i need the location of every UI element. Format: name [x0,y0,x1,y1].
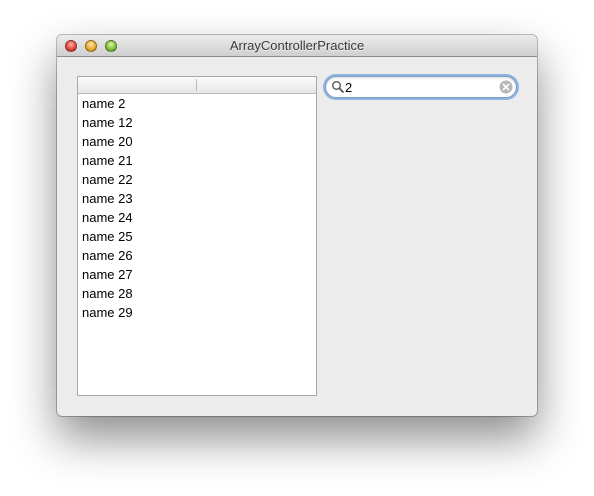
table-row[interactable]: name 28 [78,284,316,303]
table-row[interactable]: name 2 [78,94,316,113]
table-header[interactable] [78,77,316,94]
table-row[interactable]: name 22 [78,170,316,189]
column-divider[interactable] [196,79,197,91]
table-row[interactable]: name 24 [78,208,316,227]
table-row[interactable]: name 27 [78,265,316,284]
table-row[interactable]: name 23 [78,189,316,208]
table-row[interactable]: name 25 [78,227,316,246]
table-row[interactable]: name 26 [78,246,316,265]
names-table[interactable]: name 2 name 12 name 20 name 21 name 22 n… [77,76,317,396]
table-row[interactable]: name 12 [78,113,316,132]
window-title: ArrayControllerPractice [229,38,365,53]
table-row[interactable]: name 20 [78,132,316,151]
app-window: ArrayControllerPractice name 2 name 12 n… [57,35,537,416]
magnifier-icon [332,81,344,93]
search-input[interactable] [345,79,495,95]
table-row[interactable]: name 21 [78,151,316,170]
table-rows: name 2 name 12 name 20 name 21 name 22 n… [78,94,316,322]
title-bar[interactable]: ArrayControllerPractice [57,35,537,57]
table-row[interactable]: name 29 [78,303,316,322]
search-field[interactable] [325,76,517,98]
clear-search-icon[interactable] [499,80,513,94]
